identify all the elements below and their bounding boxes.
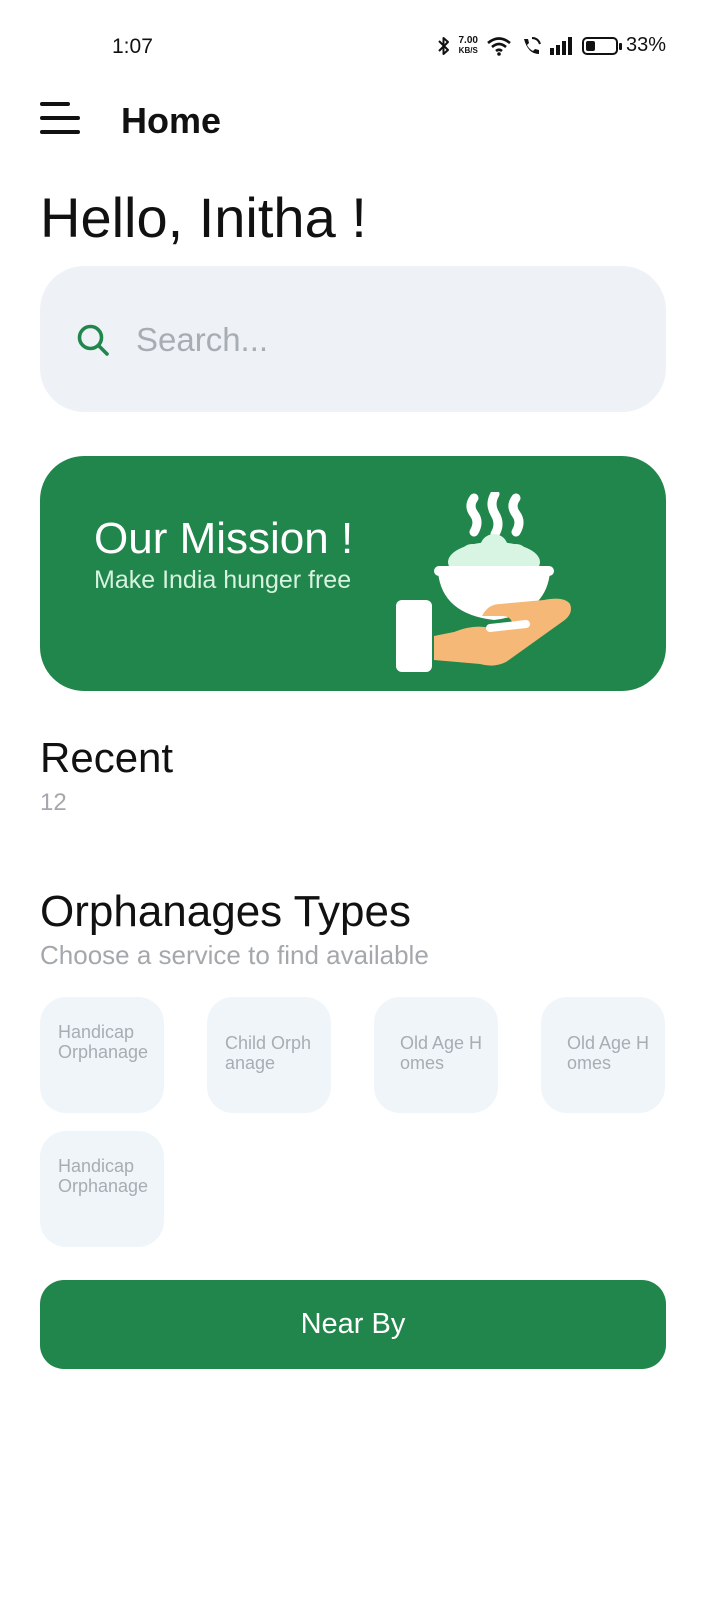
mission-subtitle: Make India hunger free <box>94 566 352 594</box>
type-card-label: Old Age Homes <box>567 1033 650 1073</box>
battery-percent: 33% <box>625 34 666 56</box>
network-speed: 7.00 KB/S <box>458 34 478 56</box>
type-card-old-age-homes-2[interactable]: Old Age Homes <box>541 997 665 1113</box>
near-by-button[interactable]: Near By <box>40 1280 666 1369</box>
home-screen: 1:07 7.00 KB/S 33% Home Hello, Initha ! … <box>0 0 720 1600</box>
type-card-label: Handicap Orphanage <box>58 1156 149 1196</box>
type-card-label: Child Orphanage <box>225 1033 312 1073</box>
type-card-label: Handicap Orphanage <box>58 1022 149 1062</box>
hamburger-menu-icon[interactable] <box>40 100 82 138</box>
wifi-icon <box>487 36 511 56</box>
type-card-old-age-homes[interactable]: Old Age Homes <box>374 997 498 1113</box>
type-card-child-orphanage[interactable]: Child Orphanage <box>207 997 331 1113</box>
recent-count: 12 <box>40 789 67 816</box>
mission-banner: Our Mission ! Make India hunger free <box>40 456 666 691</box>
network-speed-value: 7.00 <box>458 34 478 46</box>
search-input[interactable] <box>136 318 616 362</box>
recent-section-title: Recent <box>40 734 174 781</box>
hand-holding-food-bowl-icon <box>396 492 571 672</box>
status-bar: 1:07 7.00 KB/S 33% <box>0 0 720 95</box>
battery-icon <box>581 36 622 55</box>
bluetooth-icon <box>437 36 449 55</box>
mission-title: Our Mission ! <box>94 514 354 563</box>
type-card-handicap-orphanage-2[interactable]: Handicap Orphanage <box>40 1131 164 1247</box>
network-speed-unit: KB/S <box>458 45 478 55</box>
status-time: 1:07 <box>112 35 153 58</box>
orphanage-types-subtitle: Choose a service to find available <box>40 940 429 970</box>
greeting-text: Hello, Initha ! <box>40 186 367 249</box>
status-icons: 7.00 KB/S 33% <box>437 34 666 57</box>
type-card-handicap-orphanage[interactable]: Handicap Orphanage <box>40 997 164 1113</box>
wifi-calling-icon <box>523 36 541 54</box>
page-title: Home <box>121 100 222 141</box>
search-icon <box>77 324 109 356</box>
type-card-label: Old Age Homes <box>400 1033 483 1073</box>
battery-level <box>585 40 596 51</box>
signal-icon <box>549 36 572 55</box>
orphanage-types-title: Orphanages Types <box>40 887 411 936</box>
